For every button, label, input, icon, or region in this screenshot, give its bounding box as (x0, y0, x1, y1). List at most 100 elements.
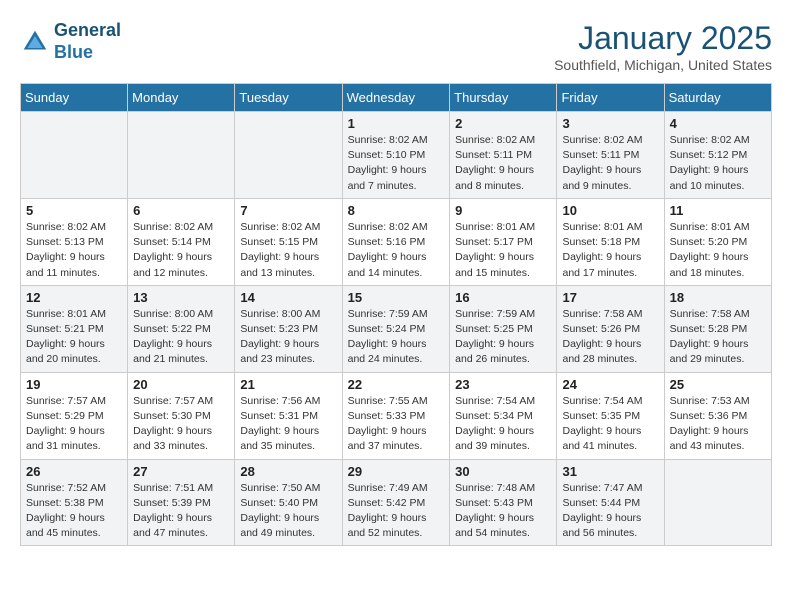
day-info: Sunrise: 7:54 AM Sunset: 5:35 PM Dayligh… (562, 394, 658, 455)
calendar-cell (128, 112, 235, 199)
day-info: Sunrise: 7:56 AM Sunset: 5:31 PM Dayligh… (240, 394, 336, 455)
logo-icon (20, 27, 50, 57)
day-info: Sunrise: 8:02 AM Sunset: 5:16 PM Dayligh… (348, 220, 445, 281)
calendar-cell: 17 Sunrise: 7:58 AM Sunset: 5:26 PM Dayli… (557, 285, 664, 372)
day-info: Sunrise: 8:00 AM Sunset: 5:23 PM Dayligh… (240, 307, 336, 368)
calendar-cell: 8 Sunrise: 8:02 AM Sunset: 5:16 PM Daylig… (342, 198, 450, 285)
day-number: 19 (26, 377, 122, 392)
day-number: 30 (455, 464, 551, 479)
day-number: 12 (26, 290, 122, 305)
calendar-cell: 26Sunrise: 7:52 AM Sunset: 5:38 PM Dayli… (21, 459, 128, 546)
title-block: January 2025 Southfield, Michigan, Unite… (554, 20, 772, 73)
month-title: January 2025 (554, 20, 772, 57)
day-number: 15 (348, 290, 445, 305)
day-number: 26 (26, 464, 122, 479)
day-number: 2 (455, 116, 551, 131)
day-number: 3 (562, 116, 658, 131)
day-info: Sunrise: 7:58 AM Sunset: 5:28 PM Dayligh… (670, 307, 766, 368)
day-info: Sunrise: 8:01 AM Sunset: 5:17 PM Dayligh… (455, 220, 551, 281)
calendar-cell: 15Sunrise: 7:59 AM Sunset: 5:24 PM Dayli… (342, 285, 450, 372)
day-number: 9 (455, 203, 551, 218)
day-info: Sunrise: 8:01 AM Sunset: 5:20 PM Dayligh… (670, 220, 766, 281)
logo-line1: General (54, 20, 121, 40)
calendar-cell: 27Sunrise: 7:51 AM Sunset: 5:39 PM Dayli… (128, 459, 235, 546)
calendar-cell: 1 Sunrise: 8:02 AM Sunset: 5:10 PM Daylig… (342, 112, 450, 199)
day-info: Sunrise: 8:00 AM Sunset: 5:22 PM Dayligh… (133, 307, 229, 368)
logo-line2: Blue (54, 42, 93, 62)
day-number: 22 (348, 377, 445, 392)
day-info: Sunrise: 8:02 AM Sunset: 5:11 PM Dayligh… (562, 133, 658, 194)
day-number: 11 (670, 203, 766, 218)
calendar-cell: 7 Sunrise: 8:02 AM Sunset: 5:15 PM Daylig… (235, 198, 342, 285)
day-info: Sunrise: 8:02 AM Sunset: 5:14 PM Dayligh… (133, 220, 229, 281)
day-number: 13 (133, 290, 229, 305)
calendar-cell: 16Sunrise: 7:59 AM Sunset: 5:25 PM Dayli… (450, 285, 557, 372)
location: Southfield, Michigan, United States (554, 57, 772, 73)
weekday-header: Sunday (21, 84, 128, 112)
calendar-cell: 21 Sunrise: 7:56 AM Sunset: 5:31 PM Dayli… (235, 372, 342, 459)
day-info: Sunrise: 7:48 AM Sunset: 5:43 PM Dayligh… (455, 481, 551, 542)
day-number: 4 (670, 116, 766, 131)
calendar-cell: 2 Sunrise: 8:02 AM Sunset: 5:11 PM Daylig… (450, 112, 557, 199)
calendar-cell: 23Sunrise: 7:54 AM Sunset: 5:34 PM Dayli… (450, 372, 557, 459)
calendar-cell: 10 Sunrise: 8:01 AM Sunset: 5:18 PM Dayli… (557, 198, 664, 285)
day-info: Sunrise: 7:57 AM Sunset: 5:29 PM Dayligh… (26, 394, 122, 455)
calendar-table: SundayMondayTuesdayWednesdayThursdayFrid… (20, 83, 772, 546)
calendar-cell (21, 112, 128, 199)
day-number: 8 (348, 203, 445, 218)
calendar-cell: 13 Sunrise: 8:00 AM Sunset: 5:22 PM Dayli… (128, 285, 235, 372)
day-number: 14 (240, 290, 336, 305)
day-number: 25 (670, 377, 766, 392)
day-number: 5 (26, 203, 122, 218)
calendar-cell: 30 Sunrise: 7:48 AM Sunset: 5:43 PM Dayli… (450, 459, 557, 546)
calendar-cell: 4 Sunrise: 8:02 AM Sunset: 5:12 PM Daylig… (664, 112, 771, 199)
day-number: 17 (562, 290, 658, 305)
calendar-cell (235, 112, 342, 199)
day-number: 20 (133, 377, 229, 392)
day-number: 24 (562, 377, 658, 392)
day-info: Sunrise: 8:02 AM Sunset: 5:13 PM Dayligh… (26, 220, 122, 281)
calendar-cell: 28Sunrise: 7:50 AM Sunset: 5:40 PM Dayli… (235, 459, 342, 546)
day-number: 6 (133, 203, 229, 218)
day-info: Sunrise: 8:02 AM Sunset: 5:15 PM Dayligh… (240, 220, 336, 281)
calendar-cell: 22Sunrise: 7:55 AM Sunset: 5:33 PM Dayli… (342, 372, 450, 459)
calendar-cell: 12 Sunrise: 8:01 AM Sunset: 5:21 PM Dayli… (21, 285, 128, 372)
calendar-cell: 5 Sunrise: 8:02 AM Sunset: 5:13 PM Daylig… (21, 198, 128, 285)
calendar-cell: 9 Sunrise: 8:01 AM Sunset: 5:17 PM Daylig… (450, 198, 557, 285)
day-info: Sunrise: 8:02 AM Sunset: 5:12 PM Dayligh… (670, 133, 766, 194)
logo: General Blue (20, 20, 121, 63)
day-info: Sunrise: 8:02 AM Sunset: 5:11 PM Dayligh… (455, 133, 551, 194)
weekday-header-row: SundayMondayTuesdayWednesdayThursdayFrid… (21, 84, 772, 112)
weekday-header: Wednesday (342, 84, 450, 112)
day-number: 1 (348, 116, 445, 131)
calendar-cell: 25Sunrise: 7:53 AM Sunset: 5:36 PM Dayli… (664, 372, 771, 459)
day-info: Sunrise: 8:01 AM Sunset: 5:21 PM Dayligh… (26, 307, 122, 368)
day-number: 18 (670, 290, 766, 305)
day-number: 7 (240, 203, 336, 218)
calendar-cell: 29Sunrise: 7:49 AM Sunset: 5:42 PM Dayli… (342, 459, 450, 546)
calendar-week-row: 1 Sunrise: 8:02 AM Sunset: 5:10 PM Daylig… (21, 112, 772, 199)
day-number: 21 (240, 377, 336, 392)
calendar-cell: 24 Sunrise: 7:54 AM Sunset: 5:35 PM Dayli… (557, 372, 664, 459)
calendar-week-row: 5 Sunrise: 8:02 AM Sunset: 5:13 PM Daylig… (21, 198, 772, 285)
day-info: Sunrise: 7:54 AM Sunset: 5:34 PM Dayligh… (455, 394, 551, 455)
weekday-header: Saturday (664, 84, 771, 112)
calendar-cell: 14 Sunrise: 8:00 AM Sunset: 5:23 PM Dayli… (235, 285, 342, 372)
day-number: 10 (562, 203, 658, 218)
calendar-cell: 19 Sunrise: 7:57 AM Sunset: 5:29 PM Dayli… (21, 372, 128, 459)
logo-text: General Blue (54, 20, 121, 63)
day-number: 27 (133, 464, 229, 479)
page-header: General Blue January 2025 Southfield, Mi… (20, 20, 772, 73)
calendar-cell: 6 Sunrise: 8:02 AM Sunset: 5:14 PM Daylig… (128, 198, 235, 285)
day-number: 31 (562, 464, 658, 479)
day-info: Sunrise: 7:57 AM Sunset: 5:30 PM Dayligh… (133, 394, 229, 455)
day-info: Sunrise: 7:58 AM Sunset: 5:26 PM Dayligh… (562, 307, 658, 368)
calendar-cell: 11 Sunrise: 8:01 AM Sunset: 5:20 PM Dayli… (664, 198, 771, 285)
day-number: 16 (455, 290, 551, 305)
day-info: Sunrise: 8:02 AM Sunset: 5:10 PM Dayligh… (348, 133, 445, 194)
day-info: Sunrise: 8:01 AM Sunset: 5:18 PM Dayligh… (562, 220, 658, 281)
calendar-cell (664, 459, 771, 546)
calendar-cell: 20 Sunrise: 7:57 AM Sunset: 5:30 PM Dayli… (128, 372, 235, 459)
day-number: 28 (240, 464, 336, 479)
day-number: 29 (348, 464, 445, 479)
